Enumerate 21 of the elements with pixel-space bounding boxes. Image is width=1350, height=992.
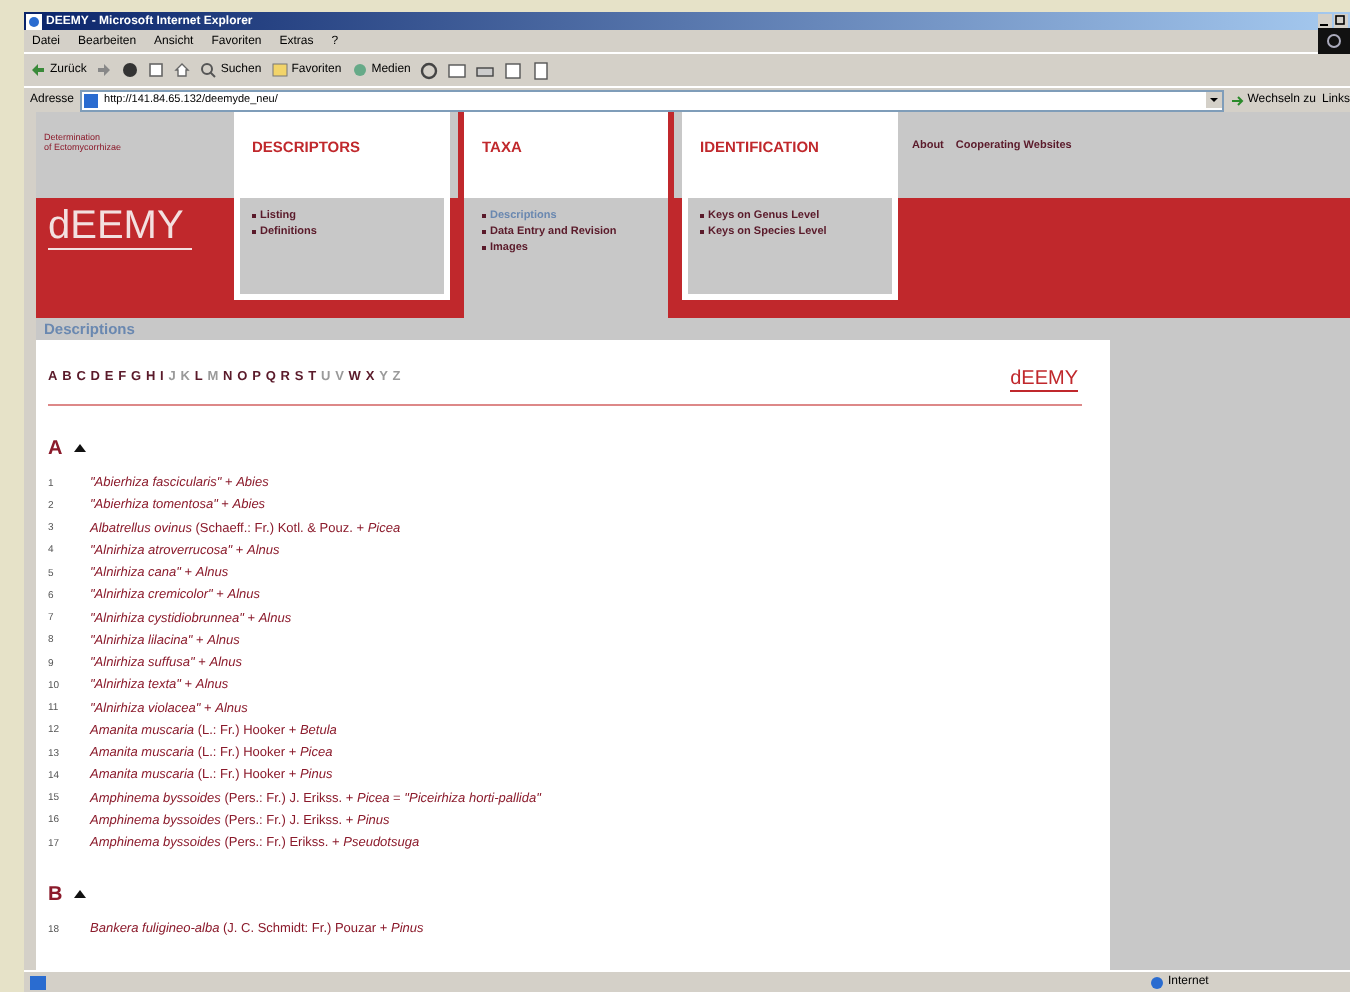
minimize-icon[interactable] [1318,14,1332,28]
site-logo[interactable]: dEEMY [1010,370,1078,392]
media-icon [351,62,368,78]
ie-logo-icon [1318,28,1350,54]
back-arrow-icon [30,62,46,78]
globe-icon [1150,975,1164,989]
folder-icon [271,62,288,78]
site-logo[interactable]: dEEMY [48,206,192,250]
arrow-icon [1229,93,1244,107]
section-letter: B [48,883,63,906]
dropdown-icon[interactable] [1205,92,1222,108]
search-icon [200,62,217,78]
home-icon[interactable] [174,62,191,78]
page-icon [30,975,46,989]
section-letter: A [48,437,63,459]
page-icon [84,93,99,107]
history-icon[interactable] [420,61,439,79]
maximize-icon[interactable] [1334,14,1348,28]
up-arrow-icon[interactable] [74,444,87,452]
up-arrow-icon[interactable] [74,890,87,899]
ie-icon [26,13,42,29]
